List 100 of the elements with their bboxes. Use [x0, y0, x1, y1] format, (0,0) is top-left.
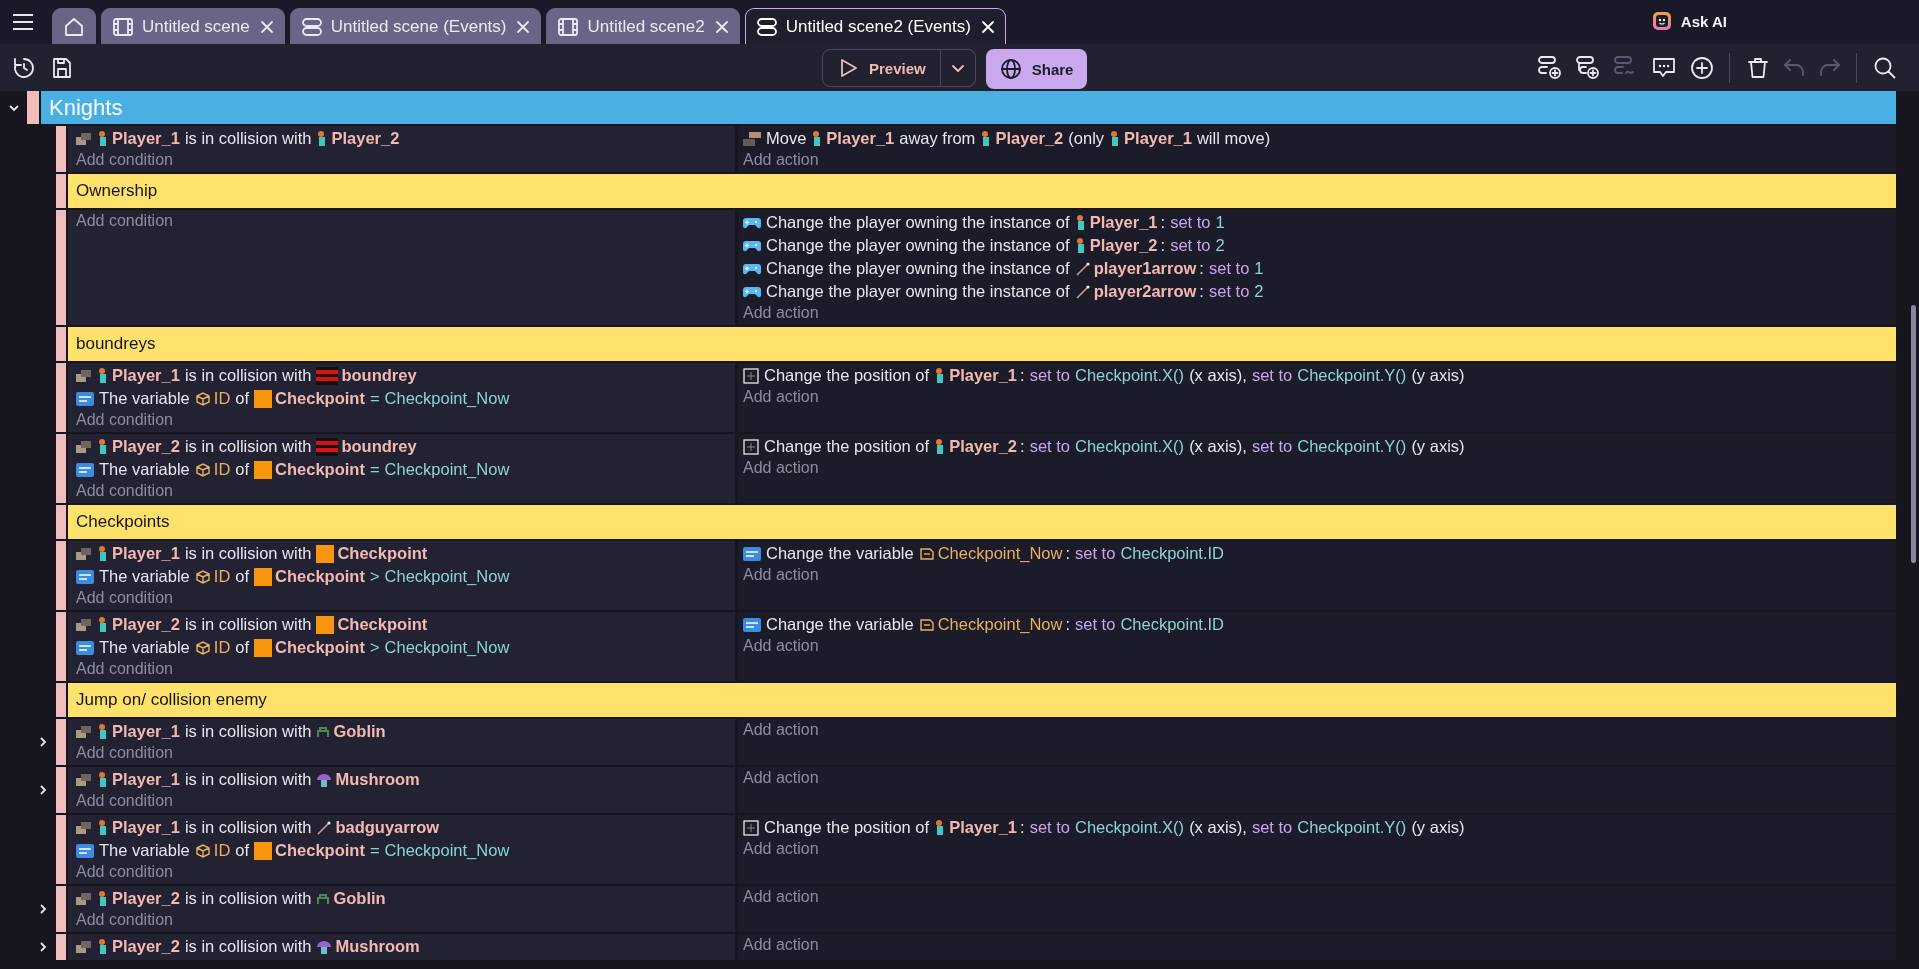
comment[interactable]: boundreys [68, 327, 1896, 361]
tab[interactable]: Untitled scene [101, 8, 285, 44]
add-action-link[interactable]: Add action [743, 636, 819, 656]
gamepad-icon [743, 215, 761, 230]
add-action-link[interactable]: Add action [743, 387, 819, 407]
add-action-link[interactable]: Add action [743, 768, 819, 788]
add-condition-link[interactable]: Add condition [76, 791, 173, 811]
condition[interactable]: Player_2 is in collision with Goblin [76, 887, 735, 910]
comment[interactable]: Jump on/ collision enemy [68, 683, 1896, 717]
add-condition-link[interactable]: Add condition [76, 150, 173, 170]
rows-icon [300, 15, 323, 38]
square-icon [254, 567, 273, 586]
tab[interactable]: Untitled scene (Events) [289, 8, 542, 44]
search-button[interactable] [1873, 55, 1897, 80]
drag-handle[interactable] [56, 174, 66, 208]
condition[interactable]: Player_2 is in collision with boundrey [76, 435, 735, 458]
drag-handle[interactable] [56, 434, 66, 503]
condition[interactable]: The variable ID of Checkpoint = Checkpoint_Now [76, 839, 735, 862]
condition[interactable]: The variable ID of Checkpoint = Checkpoint_Now [76, 387, 735, 410]
add-button[interactable] [1689, 54, 1715, 81]
add-action-link[interactable]: Add action [743, 839, 819, 859]
action[interactable]: Change the player owning the instance of player2arrow : set to 2 [743, 280, 1896, 303]
close-button[interactable] [980, 19, 995, 34]
add-action-link[interactable]: Add action [743, 935, 819, 955]
add-condition-link[interactable]: Add condition [76, 588, 173, 608]
cube-icon [194, 461, 211, 478]
drag-handle[interactable] [56, 612, 66, 681]
drag-handle[interactable] [56, 767, 66, 813]
figure-icon [97, 723, 109, 740]
drag-handle[interactable] [56, 683, 66, 717]
action[interactable]: Change the variable Checkpoint_Now : set to Checkpoint.ID [743, 542, 1896, 565]
add-action-link[interactable]: Add action [743, 565, 819, 585]
action[interactable]: Change the position of Player_1 : set to Checkpoint.X() (x axis), set to Checkpoint.Y() (y axis) [743, 816, 1896, 839]
condition[interactable]: Player_1 is in collision with badguyarrow [76, 816, 735, 839]
smiley-icon [1650, 10, 1673, 32]
condition[interactable]: The variable ID of Checkpoint = Checkpoint_Now [76, 458, 735, 481]
add-condition-link[interactable]: Add condition [76, 211, 173, 231]
comment[interactable]: Ownership [68, 174, 1896, 208]
condition[interactable]: Player_1 is in collision with Mushroom [76, 768, 735, 791]
drag-handle[interactable] [56, 505, 66, 539]
action[interactable]: Change the position of Player_2 : set to Checkpoint.X() (x axis), set to Checkpoint.Y() (y axis) [743, 435, 1896, 458]
home-icon [63, 15, 85, 38]
blocks-icon [76, 820, 92, 835]
add-action-link[interactable]: Add action [743, 720, 819, 740]
condition[interactable]: Player_2 is in collision with Checkpoint [76, 613, 735, 636]
drag-handle[interactable] [56, 363, 66, 432]
dropdown-button[interactable] [940, 49, 976, 87]
add-condition-link[interactable]: Add condition [76, 481, 173, 501]
blocks-icon [76, 891, 92, 906]
add-condition-link[interactable]: Add condition [76, 410, 173, 430]
condition[interactable]: The variable ID of Checkpoint > Checkpoint_Now [76, 565, 735, 588]
delete-button[interactable] [1746, 55, 1770, 80]
condition[interactable]: Player_1 is in collision with Player_2 [76, 127, 735, 150]
comment[interactable]: Checkpoints [68, 505, 1896, 539]
drag-handle[interactable] [56, 210, 66, 325]
action[interactable]: Change the player owning the instance of Player_2 : set to 2 [743, 234, 1896, 257]
close-icon [516, 19, 531, 34]
add-condition-link[interactable]: Add condition [76, 743, 173, 763]
condition[interactable]: Player_1 is in collision with Checkpoint [76, 542, 735, 565]
action[interactable]: Change the position of Player_1 : set to Checkpoint.X() (x axis), set to Checkpoint.Y() (y axis) [743, 364, 1896, 387]
menu-button[interactable] [12, 13, 34, 31]
drag-handle[interactable] [56, 719, 66, 765]
action[interactable]: Change the player owning the instance of Player_1 : set to 1 [743, 211, 1896, 234]
condition[interactable]: Player_1 is in collision with Goblin [76, 720, 735, 743]
preview-button[interactable]: Preview [822, 49, 941, 87]
add-action-link[interactable]: Add action [743, 150, 819, 170]
add-condition-link[interactable]: Add condition [76, 910, 173, 930]
scrollbar-thumb[interactable] [1911, 305, 1916, 563]
save-button[interactable] [50, 55, 74, 80]
tab[interactable]: Untitled scene2 (Events) [744, 8, 1006, 44]
condition[interactable]: Player_1 is in collision with boundrey [76, 364, 735, 387]
action[interactable]: Change the variable Checkpoint_Now : set to Checkpoint.ID [743, 613, 1896, 636]
variable-icon [76, 569, 94, 584]
add-subevent-button[interactable] [1575, 54, 1601, 81]
add-condition-link[interactable]: Add condition [76, 862, 173, 882]
add-action-link[interactable]: Add action [743, 458, 819, 478]
drag-handle[interactable] [56, 126, 66, 172]
square-icon [254, 389, 273, 408]
variable-box-icon [918, 546, 935, 561]
share-button[interactable]: Share [985, 49, 1088, 89]
action[interactable]: Move Player_1 away from Player_2 (only Player_1 will move) [743, 127, 1896, 150]
drag-handle[interactable] [56, 886, 66, 932]
home-tab[interactable] [52, 8, 96, 44]
drag-handle[interactable] [56, 934, 66, 960]
cube-icon [194, 568, 211, 585]
add-action-link[interactable]: Add action [743, 303, 819, 323]
condition[interactable]: The variable ID of Checkpoint > Checkpoint_Now [76, 636, 735, 659]
tab[interactable]: Untitled scene2 [546, 8, 740, 44]
action[interactable]: Change the player owning the instance of player1arrow : set to 1 [743, 257, 1896, 280]
close-icon [980, 19, 995, 34]
drag-handle[interactable] [27, 91, 39, 124]
drag-handle[interactable] [56, 815, 66, 884]
history-button[interactable] [12, 55, 36, 80]
add-condition-link[interactable]: Add condition [76, 659, 173, 679]
add-event-button[interactable] [1537, 54, 1563, 81]
ask-ai-button[interactable]: Ask AI [1650, 10, 1727, 32]
drag-handle[interactable] [56, 327, 66, 361]
drag-handle[interactable] [56, 541, 66, 610]
blocks-icon [76, 724, 92, 739]
add-action-link[interactable]: Add action [743, 887, 819, 907]
